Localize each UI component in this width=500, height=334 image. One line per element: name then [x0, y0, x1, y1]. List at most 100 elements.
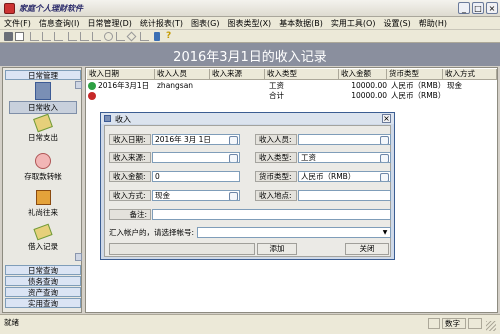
- close-icon[interactable]: ×: [486, 2, 498, 14]
- sidebar-item-daily-expense[interactable]: 日常支出: [5, 113, 81, 143]
- minimize-icon[interactable]: _: [458, 2, 470, 14]
- date-label: 收入日期:: [109, 134, 151, 145]
- sidebar-header-asset-query[interactable]: 资产查询: [5, 287, 81, 297]
- sidebar-header-util-query[interactable]: 实用查询: [5, 298, 81, 308]
- dropdown-icon[interactable]: [380, 173, 389, 181]
- status-bar: 就绪 数字: [0, 314, 500, 334]
- column-header[interactable]: 收入方式: [443, 69, 497, 80]
- type-field[interactable]: 工资: [298, 152, 391, 163]
- close-button[interactable]: 关闭: [345, 243, 389, 255]
- table-row[interactable]: 2016年3月1日 zhangsan 工资 10000.00 人民币（RMB） …: [87, 81, 498, 91]
- dropdown-icon[interactable]: [229, 154, 238, 162]
- menu-settings[interactable]: 设置(S): [379, 17, 414, 30]
- chart-stack-icon[interactable]: [80, 32, 89, 41]
- column-header[interactable]: 收入日期: [87, 69, 155, 80]
- scroll-down-icon[interactable]: [75, 253, 82, 261]
- menu-info[interactable]: 信息查询(I): [35, 17, 84, 30]
- date-picker[interactable]: 2016年 3月 1日: [152, 134, 240, 145]
- print-preview-icon[interactable]: [15, 32, 24, 41]
- table-row-total[interactable]: 合计 10000.00 人民币（RMB）: [87, 91, 498, 101]
- chart-radar-icon[interactable]: [126, 31, 137, 42]
- maximize-icon[interactable]: □: [472, 2, 484, 14]
- sidebar-header-daily-query[interactable]: 日常查询: [5, 265, 81, 275]
- chart-pie-icon[interactable]: [104, 32, 113, 41]
- exit-icon[interactable]: [154, 32, 160, 41]
- page-title: 2016年3月1日的收入记录: [173, 50, 327, 65]
- dropdown-icon[interactable]: [229, 136, 238, 144]
- sidebar-item-daily-income[interactable]: 日常收入: [5, 82, 81, 114]
- chart-combo-icon[interactable]: [140, 32, 149, 41]
- column-header[interactable]: 收入人员: [155, 69, 210, 80]
- amount-value: 0: [155, 172, 160, 181]
- cell: 工资: [269, 81, 284, 90]
- piggy-bank-icon: [35, 153, 51, 169]
- currency-field[interactable]: 人民币（RMB）: [298, 171, 391, 182]
- method-label: 收入方式:: [109, 190, 151, 201]
- sidebar-item-borrowing[interactable]: 借入记录: [5, 223, 81, 252]
- menu-tools[interactable]: 实用工具(O): [327, 17, 380, 30]
- menu-report[interactable]: 统计报表(T): [136, 17, 187, 30]
- chart-scatter-icon[interactable]: [116, 32, 125, 41]
- sidebar-header-daily[interactable]: 日常管理: [5, 70, 81, 80]
- cell: 10000.00: [351, 81, 387, 90]
- menu-chart-type[interactable]: 图表类型(X): [223, 17, 275, 30]
- dropdown-icon[interactable]: [380, 136, 389, 144]
- dialog-close-icon[interactable]: ×: [382, 114, 391, 123]
- dropdown-icon[interactable]: [380, 154, 389, 162]
- dialog-icon: [104, 115, 111, 122]
- note-field[interactable]: [152, 209, 391, 220]
- sidebar-item-label: 日常收入: [9, 101, 77, 114]
- print-icon[interactable]: [4, 32, 13, 41]
- sidebar-item-label: 存取款转帐: [24, 172, 62, 181]
- sidebar-item-label: 借入记录: [28, 242, 58, 251]
- menu-bar: 文件(F) 信息查询(I) 日常管理(D) 统计报表(T) 图表(G) 图表类型(X) 基本…: [0, 17, 500, 30]
- chart-hbar-icon[interactable]: [92, 32, 101, 41]
- chart-line-icon[interactable]: [42, 32, 51, 41]
- help-icon[interactable]: ?: [166, 31, 171, 41]
- window-title: 家庭个人理财软件: [19, 4, 83, 13]
- expense-pencil-icon: [33, 113, 53, 133]
- menu-base-data[interactable]: 基本数据(B): [275, 17, 327, 30]
- chart-area-icon[interactable]: [54, 32, 63, 41]
- sidebar-header-debt-query[interactable]: 债务查询: [5, 276, 81, 286]
- dropdown-icon[interactable]: [229, 192, 238, 200]
- place-label: 收入地点:: [255, 190, 297, 201]
- banner: 2016年3月1日的收入记录: [0, 43, 500, 66]
- sidebar-item-label: 礼尚往来: [28, 208, 58, 217]
- menu-help[interactable]: 帮助(H): [415, 17, 451, 30]
- column-header[interactable]: 收入类型: [265, 69, 339, 80]
- amount-field[interactable]: 0: [152, 171, 240, 182]
- chart-column-icon[interactable]: [68, 32, 77, 41]
- resize-grip-icon[interactable]: [486, 321, 496, 331]
- place-field[interactable]: [298, 190, 391, 201]
- status-numlock: 数字: [442, 318, 466, 329]
- dialog-body: 收入日期: 2016年 3月 1日 收入人员: 收入来源: 收入类型: 工资 收…: [104, 125, 391, 257]
- person-field[interactable]: [298, 134, 391, 145]
- income-ledger-icon: [35, 82, 51, 100]
- menu-chart[interactable]: 图表(G): [187, 17, 223, 30]
- date-value: 2016年 3月 1日: [155, 135, 211, 144]
- column-header[interactable]: 货币类型: [387, 69, 443, 80]
- toolbar: ?: [0, 30, 500, 43]
- method-field[interactable]: 现金: [152, 190, 240, 201]
- column-header[interactable]: 收入金额: [339, 69, 387, 80]
- cell: zhangsan: [157, 81, 194, 90]
- status-panel: [428, 318, 440, 329]
- chevron-down-icon[interactable]: ▼: [381, 228, 389, 237]
- sidebar-item-gifts[interactable]: 礼尚往来: [5, 190, 81, 218]
- add-button[interactable]: 添加: [257, 243, 297, 255]
- sidebar-item-transfer[interactable]: 存取款转帐: [5, 153, 81, 182]
- borrow-pencil-icon: [33, 223, 53, 241]
- cell: 合计: [269, 91, 284, 100]
- column-header[interactable]: 收入来源: [210, 69, 265, 80]
- source-field[interactable]: [152, 152, 240, 163]
- cell: 10000.00: [351, 91, 387, 100]
- menu-daily[interactable]: 日常管理(D): [83, 17, 135, 30]
- account-select[interactable]: ▼: [197, 227, 391, 238]
- method-value: 现金: [155, 191, 170, 200]
- menu-file[interactable]: 文件(F): [0, 17, 35, 30]
- source-label: 收入来源:: [109, 152, 151, 163]
- cell: 2016年3月1日: [98, 81, 150, 90]
- chart-bar-icon[interactable]: [30, 32, 39, 41]
- income-dialog: 收入 × 收入日期: 2016年 3月 1日 收入人员: 收入来源: 收入类型:…: [100, 112, 395, 260]
